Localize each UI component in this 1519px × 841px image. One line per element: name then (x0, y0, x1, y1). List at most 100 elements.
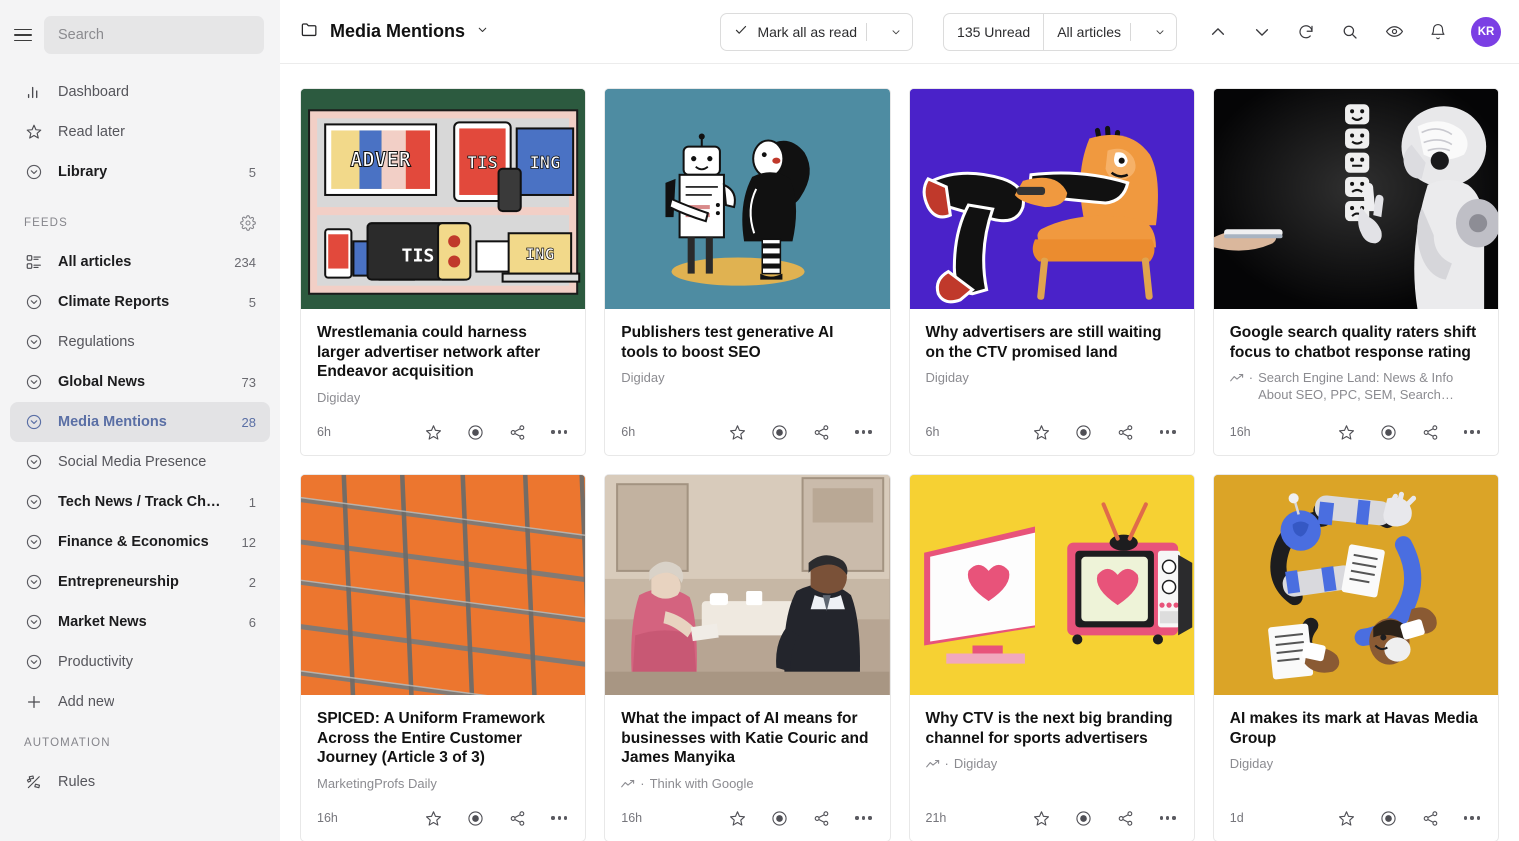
article-card[interactable]: What the impact of AI means for business… (604, 474, 891, 841)
sidebar-item-read-later[interactable]: Read later (10, 112, 270, 152)
menu-icon[interactable] (14, 25, 34, 45)
sidebar-item-label: Dashboard (58, 84, 129, 100)
star-icon[interactable] (728, 422, 748, 442)
article-card[interactable]: ADVER TIS ING TIS ING Wrestlemania could… (300, 88, 587, 456)
mark-read-icon[interactable] (770, 422, 790, 442)
more-options-icon[interactable] (854, 422, 874, 442)
filter-dropdown[interactable] (1144, 14, 1176, 50)
more-options-icon[interactable] (549, 422, 569, 442)
star-icon[interactable] (728, 808, 748, 828)
mark-read-icon[interactable] (1074, 422, 1094, 442)
more-options-icon[interactable] (549, 808, 569, 828)
article-source: · Think with Google (621, 776, 873, 795)
filter-select-button[interactable]: All articles (1043, 13, 1144, 50)
article-body: SPICED: A Uniform Framework Across the E… (301, 695, 585, 795)
scroll-down-button[interactable] (1245, 15, 1279, 49)
article-card[interactable]: AI makes its mark at Havas Media Group D… (1212, 474, 1499, 841)
article-title: AI makes its mark at Havas Media Group (1229, 710, 1478, 747)
mark-read-icon[interactable] (1378, 422, 1398, 442)
share-icon[interactable] (1420, 422, 1440, 442)
share-icon[interactable] (1116, 808, 1136, 828)
sidebar-item-regulations[interactable]: Regulations (10, 322, 270, 362)
article-card[interactable]: Why advertisers are still waiting on the… (908, 88, 1195, 456)
mark-all-as-read-dropdown[interactable] (880, 14, 912, 50)
sidebar-item-tech-news[interactable]: Tech News / Track Chan… 1 (10, 482, 270, 522)
article-card[interactable]: Publishers test generative AI tools to b… (604, 88, 891, 456)
more-options-icon[interactable] (854, 808, 874, 828)
folder-title-group[interactable]: Media Mentions (300, 20, 489, 44)
star-icon[interactable] (1032, 808, 1052, 828)
article-thumbnail: ADVER TIS ING TIS ING (301, 89, 586, 309)
star-icon[interactable] (1032, 422, 1052, 442)
more-options-icon[interactable] (1158, 422, 1178, 442)
star-icon[interactable] (423, 808, 443, 828)
mark-read-icon[interactable] (770, 808, 790, 828)
share-icon[interactable] (507, 808, 527, 828)
sidebar-item-count: 234 (234, 254, 256, 270)
article-actions (728, 808, 874, 828)
article-card[interactable]: Why CTV is the next big branding channel… (908, 474, 1195, 841)
sidebar-item-productivity[interactable]: Productivity (10, 642, 270, 682)
article-source: MarketingProfs Daily (317, 776, 569, 793)
sidebar-item-add-new[interactable]: Add new (10, 682, 270, 722)
star-icon[interactable] (1336, 808, 1356, 828)
sidebar-item-global-news[interactable]: Global News 73 (10, 362, 270, 402)
sidebar-item-label: All articles (58, 254, 132, 270)
star-icon (24, 122, 44, 142)
eye-icon[interactable] (1377, 15, 1411, 49)
article-source-label: Digiday (953, 756, 998, 772)
scroll-up-button[interactable] (1201, 15, 1235, 49)
source-separator: · (640, 775, 645, 791)
share-icon[interactable] (812, 808, 832, 828)
circle-chevron-icon (24, 332, 44, 352)
trending-up-icon (1229, 370, 1244, 389)
sidebar-item-all-articles[interactable]: All articles 234 (10, 242, 270, 282)
sidebar-item-rules[interactable]: Rules (10, 762, 270, 802)
search-icon[interactable] (1333, 15, 1367, 49)
mark-read-icon[interactable] (1378, 808, 1398, 828)
article-title: What the impact of AI means for business… (621, 710, 869, 767)
divider (1130, 22, 1131, 41)
sidebar-item-market-news[interactable]: Market News 6 (10, 602, 270, 642)
share-icon[interactable] (812, 422, 832, 442)
mark-all-as-read-button[interactable]: Mark all as read (721, 14, 880, 50)
article-title: SPICED: A Uniform Framework Across the E… (317, 710, 545, 767)
sidebar-item-media-mentions[interactable]: Media Mentions 28 (10, 402, 270, 442)
search-input-wrapper[interactable] (44, 16, 264, 54)
article-card[interactable]: SPICED: A Uniform Framework Across the E… (300, 474, 587, 841)
avatar[interactable]: KR (1471, 16, 1501, 47)
star-icon[interactable] (1336, 422, 1356, 442)
sidebar-item-climate-reports[interactable]: Climate Reports 5 (10, 282, 270, 322)
star-icon[interactable] (423, 422, 443, 442)
unread-count-button[interactable]: 135 Unread (944, 14, 1043, 50)
refresh-icon[interactable] (1289, 15, 1323, 49)
article-card[interactable]: Google search quality raters shift focus… (1212, 88, 1499, 456)
more-options-icon[interactable] (1462, 808, 1482, 828)
more-options-icon[interactable] (1158, 808, 1178, 828)
article-footer: 1d (1214, 795, 1498, 841)
sidebar-item-library[interactable]: Library 5 (10, 152, 270, 192)
sidebar-item-count: 5 (248, 294, 256, 310)
bell-icon[interactable] (1421, 15, 1455, 49)
topbar: Media Mentions Mark all as read 135 Unre… (280, 0, 1519, 64)
sidebar-item-social-media-presence[interactable]: Social Media Presence (10, 442, 270, 482)
chevron-down-icon[interactable] (476, 23, 489, 41)
more-options-icon[interactable] (1462, 422, 1482, 442)
mark-read-icon[interactable] (465, 808, 485, 828)
gear-icon[interactable] (240, 215, 256, 231)
sidebar-item-finance-economics[interactable]: Finance & Economics 12 (10, 522, 270, 562)
article-source-label: Search Engine Land: News & Info About SE… (1258, 370, 1454, 402)
mark-all-as-read-label: Mark all as read (757, 23, 858, 40)
sidebar-item-dashboard[interactable]: Dashboard (10, 72, 270, 112)
article-source-label: Think with Google (649, 775, 754, 791)
mark-read-icon[interactable] (1074, 808, 1094, 828)
sidebar-item-entrepreneurship[interactable]: Entrepreneurship 2 (10, 562, 270, 602)
share-icon[interactable] (507, 422, 527, 442)
article-body: Publishers test generative AI tools to b… (605, 309, 889, 409)
share-icon[interactable] (1116, 422, 1136, 442)
share-icon[interactable] (1420, 808, 1440, 828)
avatar-initials: KR (1477, 25, 1495, 38)
sidebar-item-label: Social Media Presence (58, 454, 207, 470)
mark-read-icon[interactable] (465, 422, 485, 442)
search-input[interactable] (58, 27, 250, 43)
